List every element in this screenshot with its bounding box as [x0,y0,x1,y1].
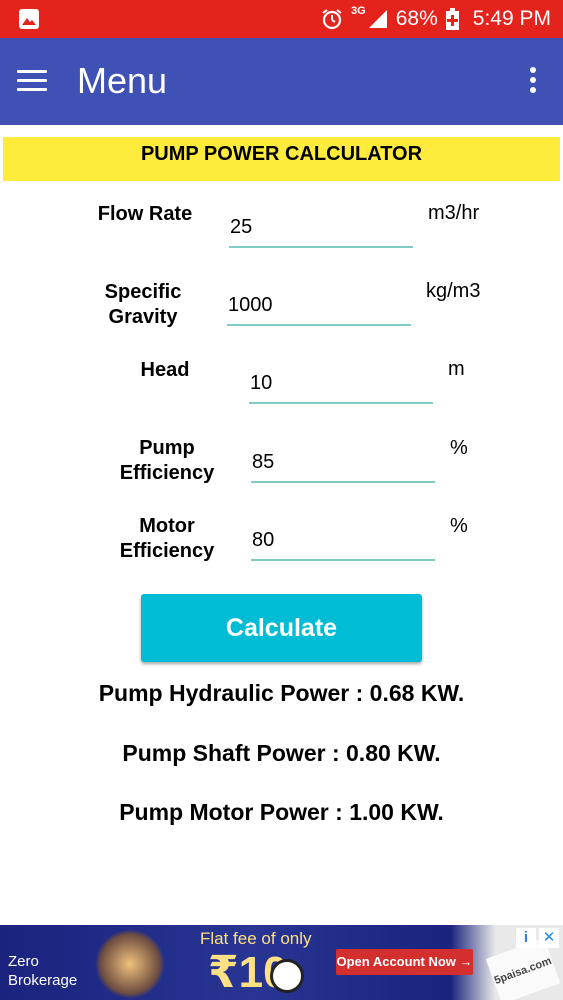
overflow-menu-icon[interactable] [530,67,538,97]
clock: 5:49 PM [472,7,551,30]
ad-info-icon[interactable]: i [516,928,536,948]
flow-rate-label: Flow Rate [97,203,193,225]
specific-gravity-label-line1: Specific [104,281,182,303]
specific-gravity-unit: kg/m3 [426,280,481,302]
alarm-icon [322,9,342,30]
motor-efficiency-label-line2: Efficiency [119,540,215,562]
specific-gravity-input[interactable]: 1000 [227,290,411,326]
ad-close-icon[interactable]: ✕ [539,928,559,948]
hydraulic-power-result: Pump Hydraulic Power : 0.68 KW. [98,680,465,706]
ad-left-line2: Brokerage [8,972,78,989]
pump-efficiency-label-line1: Pump [139,437,195,459]
motor-efficiency-unit: % [450,515,468,537]
app-bar-title: Menu [77,60,168,101]
app-bar: Menu [0,38,563,125]
menu-icon[interactable] [17,70,47,92]
calculator-banner: PUMP POWER CALCULATOR [3,137,560,181]
pump-efficiency-label-line2: Efficiency [119,462,215,484]
motor-efficiency-label: Motor Efficiency [112,514,222,564]
head-label: Head [140,359,190,381]
calculate-button[interactable]: Calculate [141,594,422,662]
ad-player-image [95,929,165,999]
battery-icon [445,8,459,30]
ad-zero-brokerage: Zero Brokerage [8,952,77,990]
battery-percent: 68% [395,7,438,30]
pump-efficiency-input[interactable]: 85 [251,447,435,483]
head-unit: m [448,358,465,380]
motor-power-result: Pump Motor Power : 1.00 KW. [119,799,444,825]
motor-efficiency-input[interactable]: 80 [251,525,435,561]
ad-open-account-button[interactable]: Open Account Now → [336,949,473,975]
shaft-power-result: Pump Shaft Power : 0.80 KW. [122,740,441,766]
flow-rate-unit: m3/hr [428,202,480,224]
ad-left-line1: Zero [8,953,39,970]
signal-icon [368,10,387,28]
motor-efficiency-label-line1: Motor [139,515,195,537]
flow-rate-input[interactable]: 25 [229,212,413,248]
status-indicators: 3G 68% 5:49 PM [321,0,551,38]
status-bar: 3G 68% 5:49 PM [0,0,563,38]
head-input[interactable]: 10 [249,368,433,404]
gallery-notification-icon [19,9,39,29]
ad-headline: Flat fee of only [200,929,312,948]
network-type: 3G [351,5,366,17]
ad-choices[interactable]: i ✕ [516,928,559,948]
pump-efficiency-label: Pump Efficiency [112,436,222,486]
specific-gravity-label: Specific Gravity [90,280,196,330]
football-icon [270,959,304,993]
specific-gravity-label-line2: Gravity [108,306,178,328]
ad-banner[interactable]: Zero Brokerage Flat fee of only ₹10 Open… [0,925,563,1000]
pump-efficiency-unit: % [450,437,468,459]
